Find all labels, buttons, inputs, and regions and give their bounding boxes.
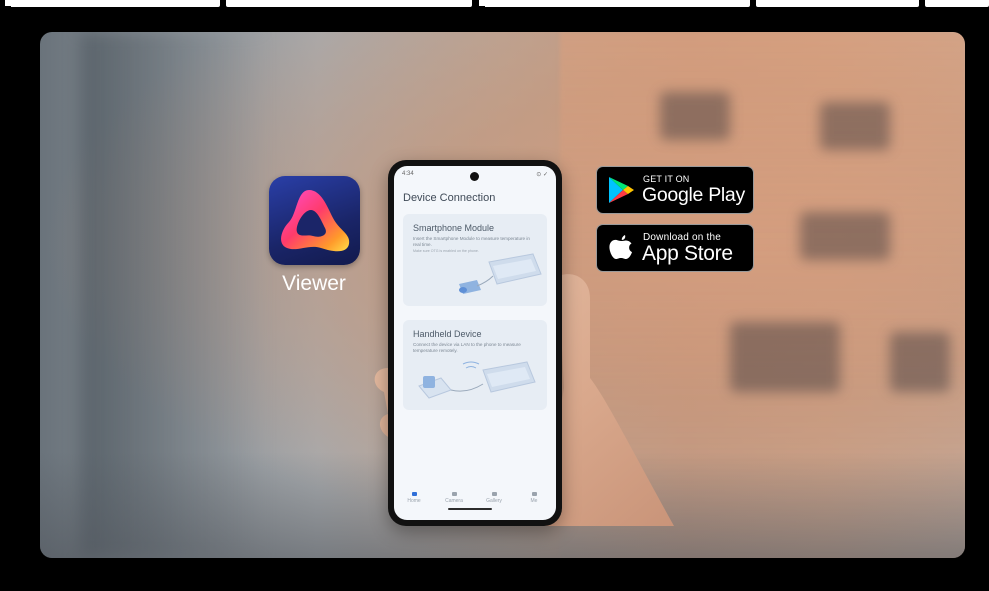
- home-indicator: [448, 508, 492, 510]
- handheld-device-card[interactable]: Handheld Device Connect the device via L…: [403, 320, 547, 410]
- camera-icon: [451, 492, 457, 496]
- home-icon: [411, 492, 417, 496]
- apple-icon: [609, 235, 632, 259]
- nav-item-camera[interactable]: Camera: [436, 492, 472, 504]
- background-window: [660, 92, 730, 140]
- google-play-icon: [609, 177, 634, 203]
- screen-title: Device Connection: [403, 192, 496, 204]
- status-time: 4:34: [402, 171, 414, 177]
- smartphone: 4:34 ⊙ ✓ Device Connection Smartphone Mo…: [388, 160, 562, 526]
- handheld-device-illustration-icon: [418, 361, 536, 399]
- gallery-icon: [491, 492, 497, 496]
- top-tab-1[interactable]: [4, 0, 220, 7]
- smartphone-module-illustration-icon: [459, 253, 542, 294]
- tab-notch-icon: [4, 0, 11, 7]
- phone-screen: 4:34 ⊙ ✓ Device Connection Smartphone Mo…: [394, 166, 556, 520]
- nav-item-home[interactable]: Home: [396, 492, 432, 504]
- nav-item-me[interactable]: Me: [516, 492, 552, 504]
- google-play-badge[interactable]: GET IT ON Google Play: [596, 166, 754, 214]
- user-icon: [531, 492, 537, 496]
- tab-notch-icon: [478, 0, 485, 7]
- card-title: Smartphone Module: [413, 223, 495, 233]
- badge-big-text: App Store: [642, 242, 733, 265]
- card-description: Connect the device via LAN to the phone …: [413, 342, 521, 353]
- badge-small-text: GET IT ON: [643, 174, 690, 184]
- flame-logo-icon: [281, 190, 350, 252]
- top-strip: [0, 0, 989, 8]
- background-window: [820, 102, 890, 150]
- top-tab-3[interactable]: [478, 0, 750, 7]
- card-description: Insert the Smartphone Module to measure …: [413, 236, 530, 247]
- card-title: Handheld Device: [413, 329, 482, 339]
- bottom-nav: Home Camera Gallery Me: [394, 488, 556, 510]
- app-name-label: Viewer: [282, 272, 346, 295]
- top-tab-4[interactable]: [756, 0, 919, 7]
- viewer-app-icon[interactable]: [269, 176, 360, 265]
- nav-item-gallery[interactable]: Gallery: [476, 492, 512, 504]
- background-window: [800, 212, 890, 260]
- app-store-badge[interactable]: Download on the App Store: [596, 224, 754, 272]
- top-tab-5[interactable]: [925, 0, 989, 7]
- smartphone-module-card[interactable]: Smartphone Module Insert the Smartphone …: [403, 214, 547, 306]
- badge-big-text: Google Play: [642, 184, 745, 206]
- status-icons: ⊙ ✓: [536, 172, 548, 178]
- background-window: [730, 322, 840, 392]
- top-tab-2[interactable]: [226, 0, 472, 7]
- background-window: [890, 332, 950, 392]
- front-camera-icon: [470, 172, 479, 181]
